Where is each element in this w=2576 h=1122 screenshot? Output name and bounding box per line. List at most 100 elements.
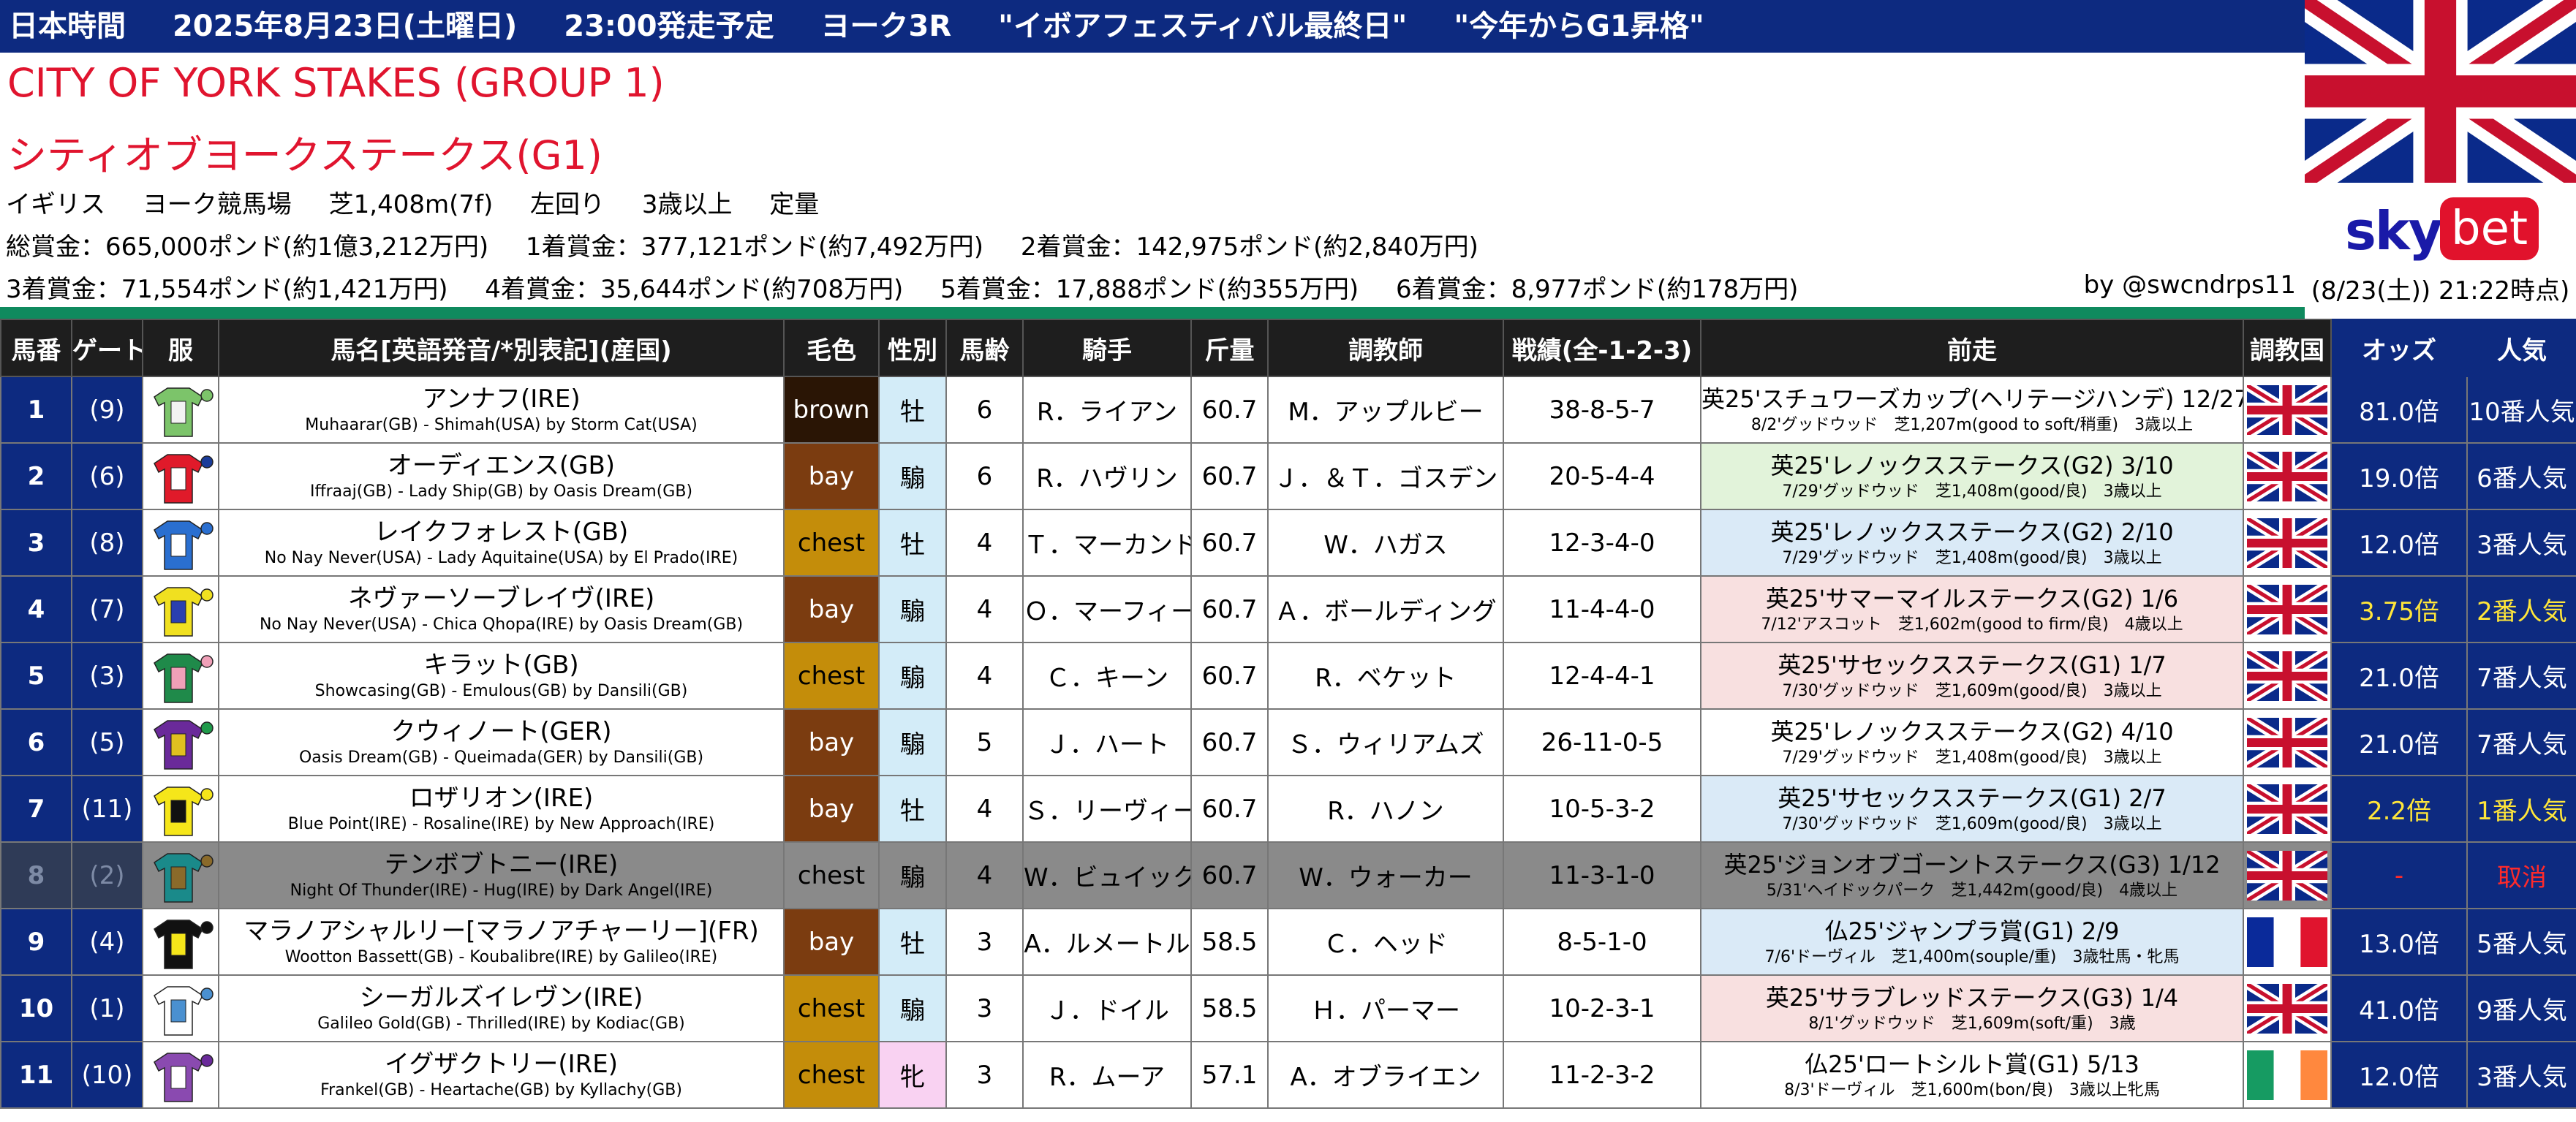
- popularity: 1番人気: [2466, 775, 2576, 843]
- age: 4: [945, 509, 1024, 577]
- record: 10-5-3-2: [1503, 775, 1701, 843]
- odds-value: 3.75倍: [2359, 597, 2439, 626]
- previous-race: 英25'サセックスステークス(G1) 2/7 7/30'グッドウッド 芝1,609…: [1700, 775, 2244, 843]
- popularity: 取消: [2466, 841, 2576, 909]
- previous-race: 英25'サセックスステークス(G1) 1/7 7/30'グッドウッド 芝1,609…: [1700, 642, 2244, 710]
- prize: 1着賞金：377,121ポンド(約7,492万円): [525, 232, 984, 262]
- record: 11-4-4-0: [1503, 575, 1701, 643]
- uk-flag-icon: [2305, 0, 2576, 183]
- previous-race-name: 英25'レノックスステークス(G2) 3/10: [1770, 451, 2174, 479]
- uk-flag-icon: [2243, 642, 2332, 710]
- table-row: 10 (1) シーガルズイレヴン(IRE) Galileo Gold(GB) - Th…: [0, 974, 2576, 1042]
- coat-color: chest: [783, 974, 880, 1042]
- horse-number: 5: [0, 642, 72, 710]
- age: 3: [945, 908, 1024, 976]
- race-info: CITY OF YORK STAKES (GROUP 1) シティオブヨークステ…: [0, 53, 2305, 307]
- prize: 6着賞金：8,977ポンド(約178万円): [1395, 275, 1799, 304]
- previous-race: 英25'スチュワーズカップ(ヘリテージハンデ) 12/27 8/2'グッドウッド …: [1700, 376, 2244, 444]
- weight: 60.7: [1190, 376, 1269, 444]
- popularity-value: 7番人気: [2477, 664, 2567, 693]
- horse-pedigree: Showcasing(GB) - Emulous(GB) by Dansili(…: [314, 681, 688, 700]
- coat-color: chest: [783, 1041, 880, 1109]
- column-header: 戦績(全-1-2-3): [1503, 319, 1701, 377]
- jockey-silk-icon: [142, 1041, 219, 1109]
- odds: 81.0倍: [2330, 376, 2468, 444]
- odds-value: 13.0倍: [2359, 930, 2439, 959]
- previous-race-name: 英25'サセックスステークス(G1) 2/7: [1778, 784, 2167, 812]
- horse-name: テンボブトニー(IRE): [384, 849, 619, 879]
- uk-flag-icon: [2243, 974, 2332, 1042]
- previous-race-name: 仏25'ロートシルト賞(G1) 5/13: [1805, 1050, 2139, 1078]
- horse-number: 9: [0, 908, 72, 976]
- popularity-value: 5番人気: [2477, 930, 2567, 959]
- jockey: Ｃ．キーン: [1022, 642, 1192, 710]
- popularity-value: 6番人気: [2477, 464, 2567, 493]
- coat-color: bay: [783, 575, 880, 643]
- trainer: Ｊ．＆Ｔ．ゴスデン: [1267, 442, 1504, 510]
- jockey-silk-icon: [142, 708, 219, 776]
- horse-name: キラット(GB): [423, 650, 579, 680]
- byline: by @swcndrps11: [2083, 270, 2296, 300]
- sky-word: sky: [2345, 200, 2443, 262]
- prize: 総賞金：665,000ポンド(約1億3,212万円): [6, 232, 489, 262]
- previous-race-name: 英25'サセックスステークス(G1) 1/7: [1778, 651, 2167, 679]
- popularity: 7番人気: [2466, 708, 2576, 776]
- previous-race-detail: 7/12'アスコット 芝1,602m(good to firm/良) 4歳以上: [1761, 615, 2183, 634]
- odds-value: 21.0倍: [2359, 664, 2439, 693]
- as-of-time: (8/23(土)) 21:22時点): [2311, 276, 2570, 306]
- column-header: ゲート: [71, 319, 143, 377]
- previous-race-detail: 7/29'グッドウッド 芝1,408m(good/良) 3歳以上: [1782, 482, 2162, 501]
- table-row: 4 (7) ネヴァーソーブレイヴ(IRE) No Nay Never(USA) - C…: [0, 575, 2576, 643]
- popularity-value: 3番人気: [2477, 531, 2567, 560]
- header-item: ヨーク3R: [820, 10, 952, 43]
- prize-line-2: 3着賞金：71,554ポンド(約1,421万円) 4着賞金：35,644ポンド(…: [6, 269, 1827, 305]
- uk-flag-icon: [2243, 376, 2332, 444]
- record: 11-2-3-2: [1503, 1041, 1701, 1109]
- condition: イギリス: [6, 190, 105, 219]
- odds-value: 19.0倍: [2359, 464, 2439, 493]
- previous-race-name: 英25'レノックスステークス(G2) 2/10: [1770, 518, 2174, 546]
- uk-flag-icon: [2243, 775, 2332, 843]
- weight: 57.1: [1190, 1041, 1269, 1109]
- uk-flag-icon: [2243, 708, 2332, 776]
- column-header: 人気: [2466, 319, 2576, 377]
- record: 12-3-4-0: [1503, 509, 1701, 577]
- weight: 60.7: [1190, 841, 1269, 909]
- horse-number: 2: [0, 442, 72, 510]
- popularity: 6番人気: [2466, 442, 2576, 510]
- prize: 5着賞金：17,888ポンド(約355万円): [940, 275, 1359, 304]
- jockey-silk-icon: [142, 509, 219, 577]
- column-header: 毛色: [783, 319, 880, 377]
- header-item: "イボアフェスティバル最終日": [998, 10, 1408, 43]
- condition: ヨーク競馬場: [142, 190, 292, 219]
- previous-race: 英25'レノックスステークス(G2) 2/10 7/29'グッドウッド 芝1,40…: [1700, 509, 2244, 577]
- weight: 60.7: [1190, 775, 1269, 843]
- horse-pedigree: Oasis Dream(GB) - Queimada(GER) by Dansi…: [298, 748, 704, 767]
- table-row: 3 (8) レイクフォレスト(GB) No Nay Never(USA) - Lady…: [0, 509, 2576, 577]
- table-row: 6 (5) クウィノート(GER) Oasis Dream(GB) - Queimad…: [0, 708, 2576, 776]
- jockey: W．ビュイック: [1022, 841, 1192, 909]
- horse-pedigree: No Nay Never(USA) - Lady Aquitaine(USA) …: [264, 548, 739, 567]
- horse-number: 3: [0, 509, 72, 577]
- coat-color: bay: [783, 442, 880, 510]
- previous-race: 仏25'ジャンプラ賞(G1) 2/9 7/6'ドーヴィル 芝1,400m(soup…: [1700, 908, 2244, 976]
- record: 11-3-1-0: [1503, 841, 1701, 909]
- previous-race-detail: 8/3'ドーヴィル 芝1,600m(bon/良) 3歳以上牝馬: [1784, 1080, 2160, 1099]
- race-title-en: CITY OF YORK STAKES (GROUP 1): [7, 60, 665, 106]
- header-item: 日本時間: [9, 10, 126, 43]
- horse-number: 10: [0, 974, 72, 1042]
- odds: -: [2330, 841, 2468, 909]
- uk-flag-icon: [2243, 442, 2332, 510]
- france-flag-icon: [2243, 908, 2332, 976]
- previous-race-name: 英25'スチュワーズカップ(ヘリテージハンデ) 12/27: [1701, 384, 2243, 413]
- odds-value: 12.0倍: [2359, 531, 2439, 560]
- gate-number: (2): [71, 841, 143, 909]
- previous-race-detail: 7/6'ドーヴィル 芝1,400m(souple/重) 3歳牡馬・牝馬: [1764, 947, 2180, 966]
- age: 3: [945, 974, 1024, 1042]
- weight: 58.5: [1190, 908, 1269, 976]
- column-header: オッズ: [2330, 319, 2468, 377]
- gate-number: (8): [71, 509, 143, 577]
- sex: 牡: [878, 908, 947, 976]
- horse-cell: レイクフォレスト(GB) No Nay Never(USA) - Lady Aqu…: [218, 509, 785, 577]
- uk-flag-icon: [2243, 509, 2332, 577]
